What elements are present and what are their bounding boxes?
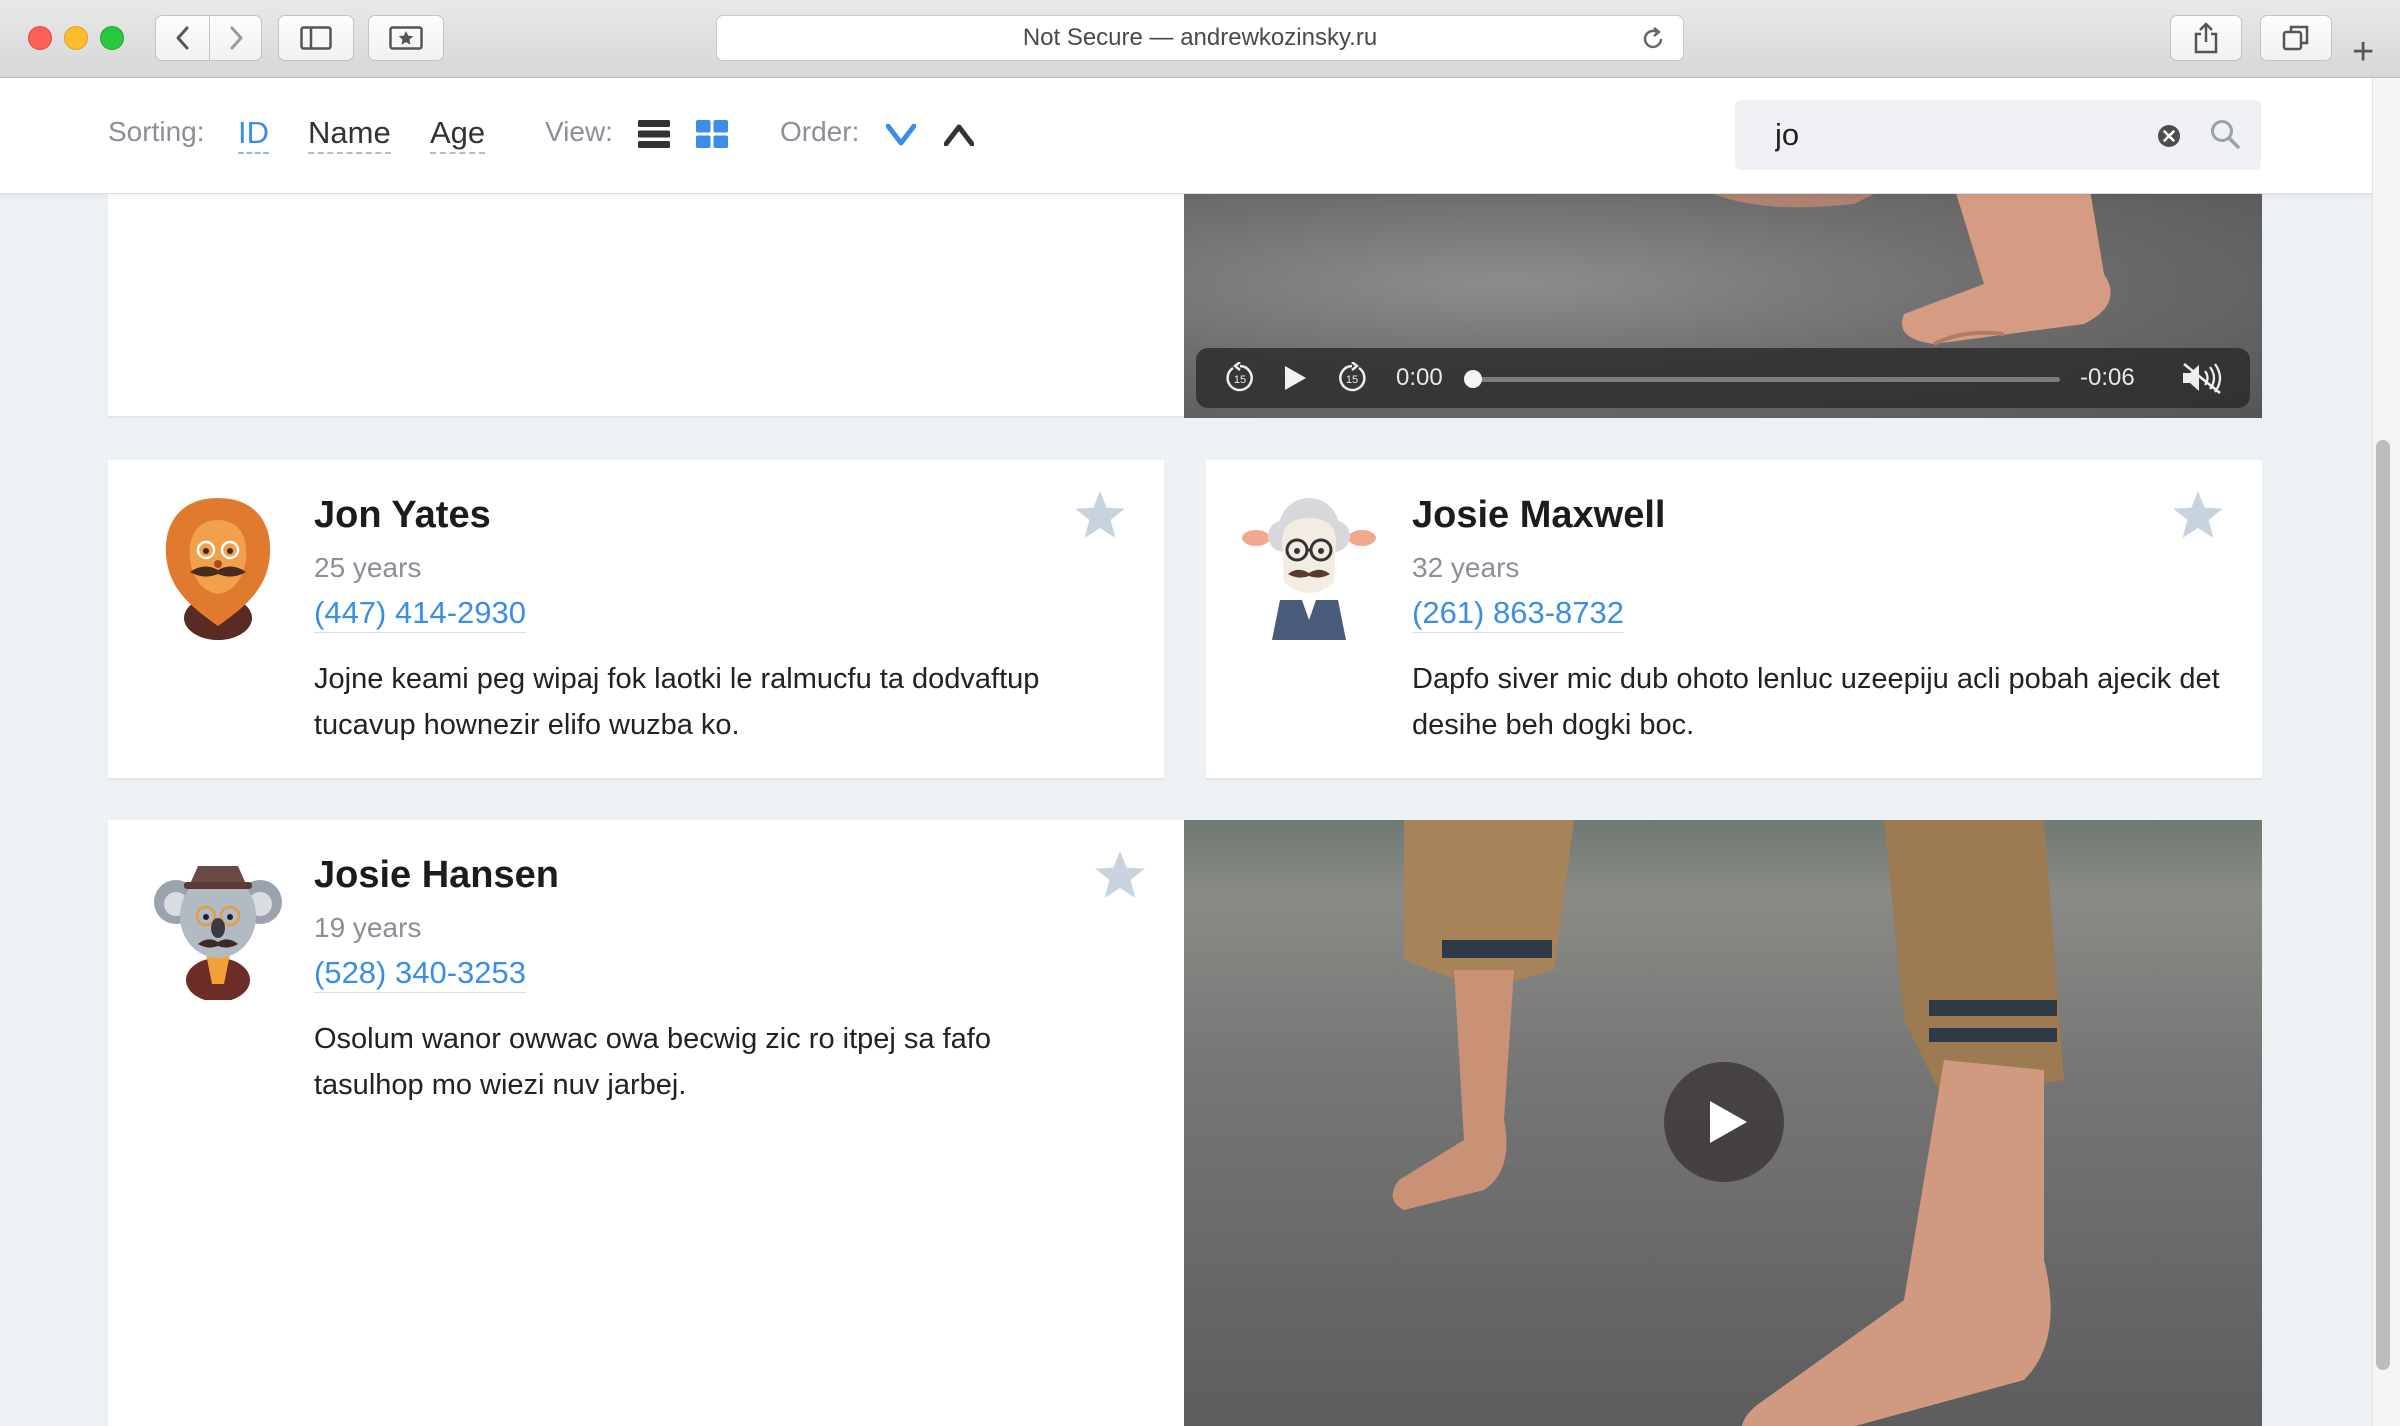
new-tab-button[interactable]: +: [2352, 32, 2374, 72]
video-player-top[interactable]: 15 15 0:00 -0:06: [1184, 194, 2262, 418]
sheep-avatar-icon: [1242, 498, 1376, 640]
forward-button[interactable]: [210, 15, 262, 61]
close-window-button[interactable]: [28, 26, 52, 50]
play-icon: [1710, 1101, 1747, 1143]
browser-toolbar: Not Secure — andrewkozinsky.ru +: [0, 0, 2400, 78]
person-bio: Dapfo siver mic dub ohoto lenluc uzeepij…: [1412, 663, 2220, 741]
tabs-icon: [2282, 25, 2309, 51]
video-hands-image: [1714, 194, 2111, 346]
view-label: View:: [545, 116, 613, 147]
chevron-left-icon: [176, 26, 188, 50]
svg-text:15: 15: [1234, 374, 1246, 386]
svg-text:15: 15: [1346, 374, 1358, 386]
person-bio: Osolum wanor owwac owa becwig zic ro itp…: [314, 1023, 991, 1101]
favorite-star-icon[interactable]: [2172, 490, 2224, 540]
list-view-icon[interactable]: [638, 120, 670, 148]
big-play-button[interactable]: [1664, 1062, 1784, 1182]
lion-avatar-icon: [165, 498, 271, 640]
address-bar[interactable]: Not Secure — andrewkozinsky.ru: [716, 15, 1684, 61]
favorite-star-icon[interactable]: [1074, 490, 1126, 540]
person-phone-link[interactable]: (261) 863-8732: [1412, 594, 1624, 633]
person-age: 19 years: [314, 912, 422, 943]
sort-by-id-button[interactable]: ID: [238, 116, 269, 154]
tab-overview-button[interactable]: [2260, 15, 2332, 61]
sidebar-icon: [300, 26, 332, 50]
clear-search-icon[interactable]: [2157, 124, 2181, 148]
person-phone-link[interactable]: (447) 414-2930: [314, 594, 526, 633]
search-input[interactable]: [1775, 114, 2155, 156]
person-card[interactable]: Josie Hansen 19 years (528) 340-3253 Oso…: [108, 820, 1184, 1426]
minimize-window-button[interactable]: [64, 26, 88, 50]
sorting-label: Sorting:: [108, 116, 205, 147]
koala-avatar-icon: [154, 866, 282, 1000]
person-bio: Jojne keami peg wipaj fok laotki le ralm…: [314, 663, 1040, 741]
person-phone-link[interactable]: (528) 340-3253: [314, 954, 526, 993]
reload-icon[interactable]: [1639, 25, 1667, 53]
favorite-star-icon[interactable]: [1094, 850, 1146, 900]
share-button[interactable]: [2170, 15, 2242, 61]
maximize-window-button[interactable]: [100, 26, 124, 50]
page-scrollbar-thumb[interactable]: [2376, 440, 2390, 1370]
video-progress-track[interactable]: [1470, 377, 2060, 382]
person-name: Jon Yates: [314, 494, 491, 536]
skip-back-icon[interactable]: 15: [1224, 362, 1256, 394]
top-sites-button[interactable]: [368, 15, 444, 61]
page-content: Sorting: ID Name Age View: Order: jo 15 …: [0, 78, 2372, 1426]
search-box: [1735, 100, 2261, 170]
chevron-right-icon: [230, 26, 242, 50]
person-age: 32 years: [1412, 552, 1520, 583]
video-player-bottom[interactable]: [1184, 820, 2262, 1426]
muted-speaker-icon[interactable]: [2180, 362, 2224, 394]
search-icon[interactable]: [2209, 118, 2241, 150]
sort-by-age-button[interactable]: Age: [430, 116, 486, 154]
share-icon: [2194, 22, 2218, 54]
address-text: Not Secure — andrewkozinsky.ru: [1022, 24, 1378, 51]
show-sidebar-button[interactable]: [278, 15, 354, 61]
grid-view-icon[interactable]: [696, 120, 728, 148]
person-name: Josie Maxwell: [1412, 494, 1666, 536]
video-progress-thumb[interactable]: [1464, 370, 1482, 388]
video-remaining-time: -0:06: [2080, 364, 2135, 391]
play-icon[interactable]: [1282, 364, 1308, 392]
star-frame-icon: [389, 26, 423, 50]
back-button[interactable]: [155, 15, 210, 61]
order-ascending-icon[interactable]: [944, 124, 974, 146]
person-card[interactable]: Josie Maxwell 32 years (261) 863-8732 Da…: [1206, 460, 2262, 780]
video-current-time: 0:00: [1396, 364, 1443, 391]
person-card-partial: [108, 194, 1184, 418]
person-card[interactable]: Jon Yates 25 years (447) 414-2930 Jojne …: [108, 460, 1164, 780]
order-descending-icon[interactable]: [886, 124, 916, 146]
skip-forward-icon[interactable]: 15: [1336, 362, 1368, 394]
sort-by-name-button[interactable]: Name: [308, 116, 391, 154]
person-age: 25 years: [314, 552, 422, 583]
person-name: Josie Hansen: [314, 854, 559, 896]
order-label: Order:: [780, 116, 860, 147]
app-toolbar: Sorting: ID Name Age View: Order:: [0, 78, 2372, 194]
video-controls: 15 15 0:00 -0:06: [1196, 348, 2250, 408]
